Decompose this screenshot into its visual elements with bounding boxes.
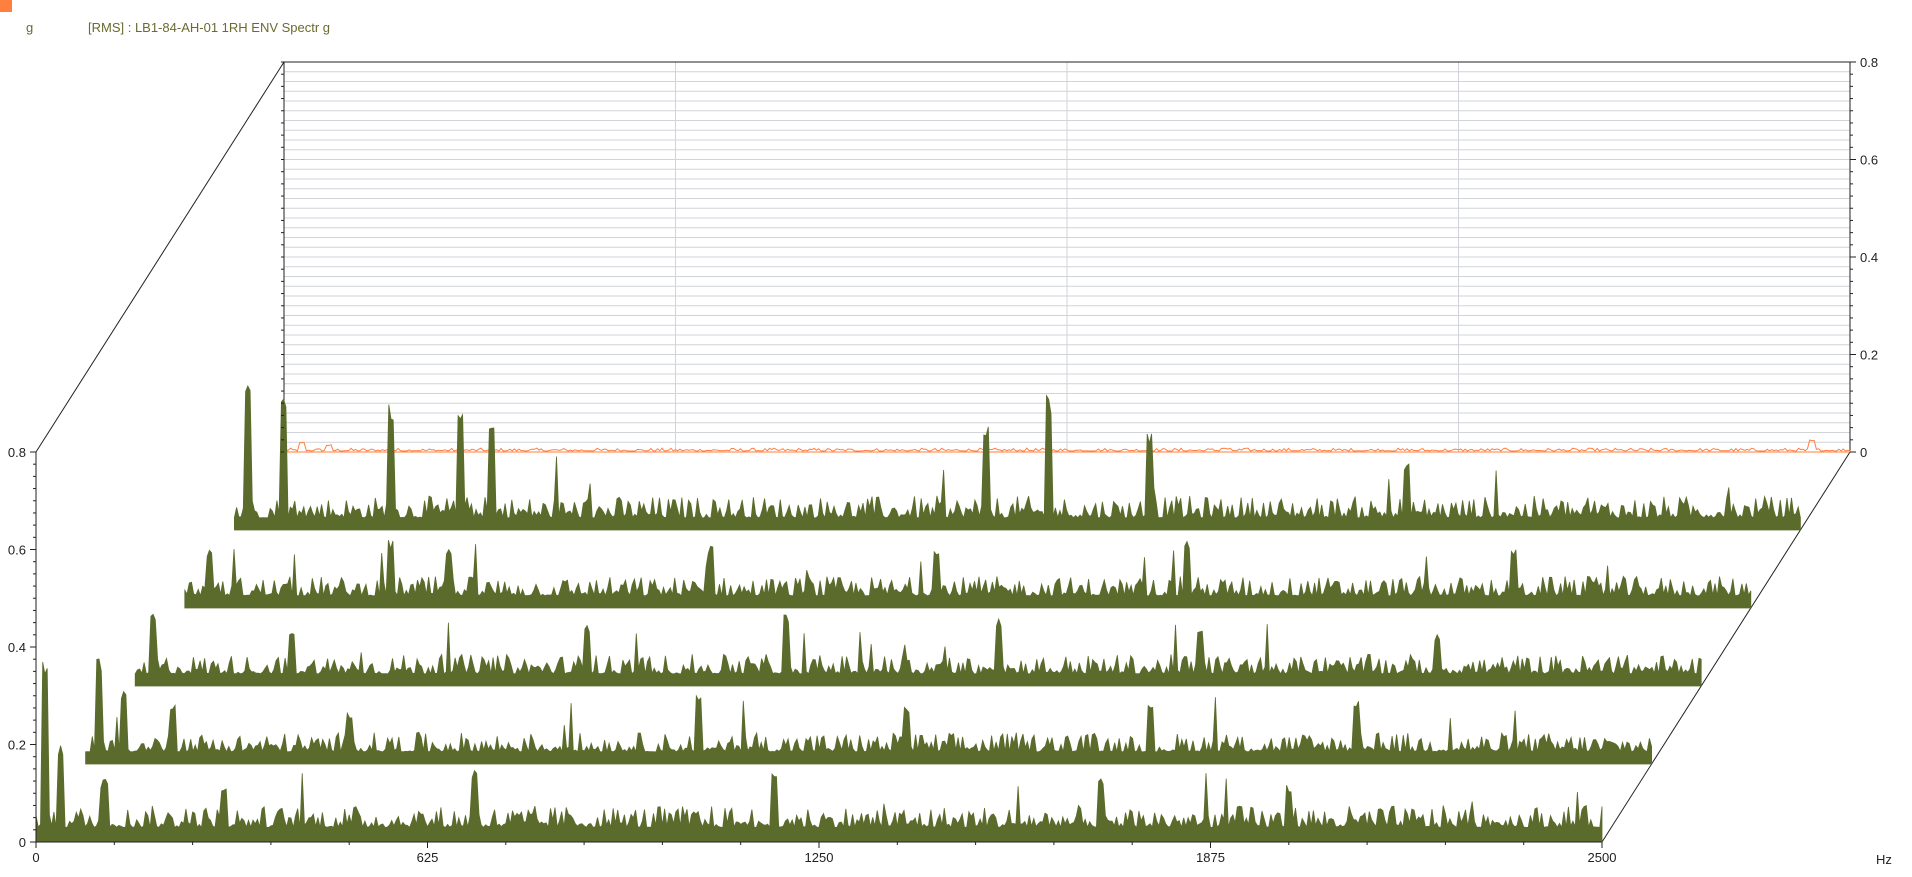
y-tick-label: 0.4 [8,640,26,655]
y-tick-label: 0.8 [8,445,26,460]
spectrum-layer-2 [134,613,1702,687]
waterfall-chart: g [RMS] : LB1-84-AH-01 1RH ENV Spectr g … [8,20,1892,867]
spectrum-layer-3 [184,539,1752,609]
x-tick-label: 625 [417,850,439,865]
back-y-tick-label: 0.8 [1860,55,1878,70]
y-tick-label: 0.2 [8,738,26,753]
x-tick-label: 1250 [805,850,834,865]
unit-label: g [26,20,33,35]
x-tick-label: 0 [32,850,39,865]
back-plane-grid [284,62,1850,452]
back-y-tick-label: 0 [1860,445,1867,460]
y-tick-label: 0.6 [8,543,26,558]
x-axis-unit-label: Hz [1876,852,1892,867]
back-y-tick-label: 0.4 [1860,250,1878,265]
spectrum-layer-4 [234,385,1801,531]
back-y-tick-label: 0.2 [1860,348,1878,363]
spectra-layers [35,385,1851,843]
y-tick-label: 0 [19,835,26,850]
back-y-tick-label: 0.6 [1860,153,1878,168]
x-tick-label: 1875 [1196,850,1225,865]
x-tick-label: 2500 [1588,850,1617,865]
chart-title: [RMS] : LB1-84-AH-01 1RH ENV Spectr g [88,20,330,35]
